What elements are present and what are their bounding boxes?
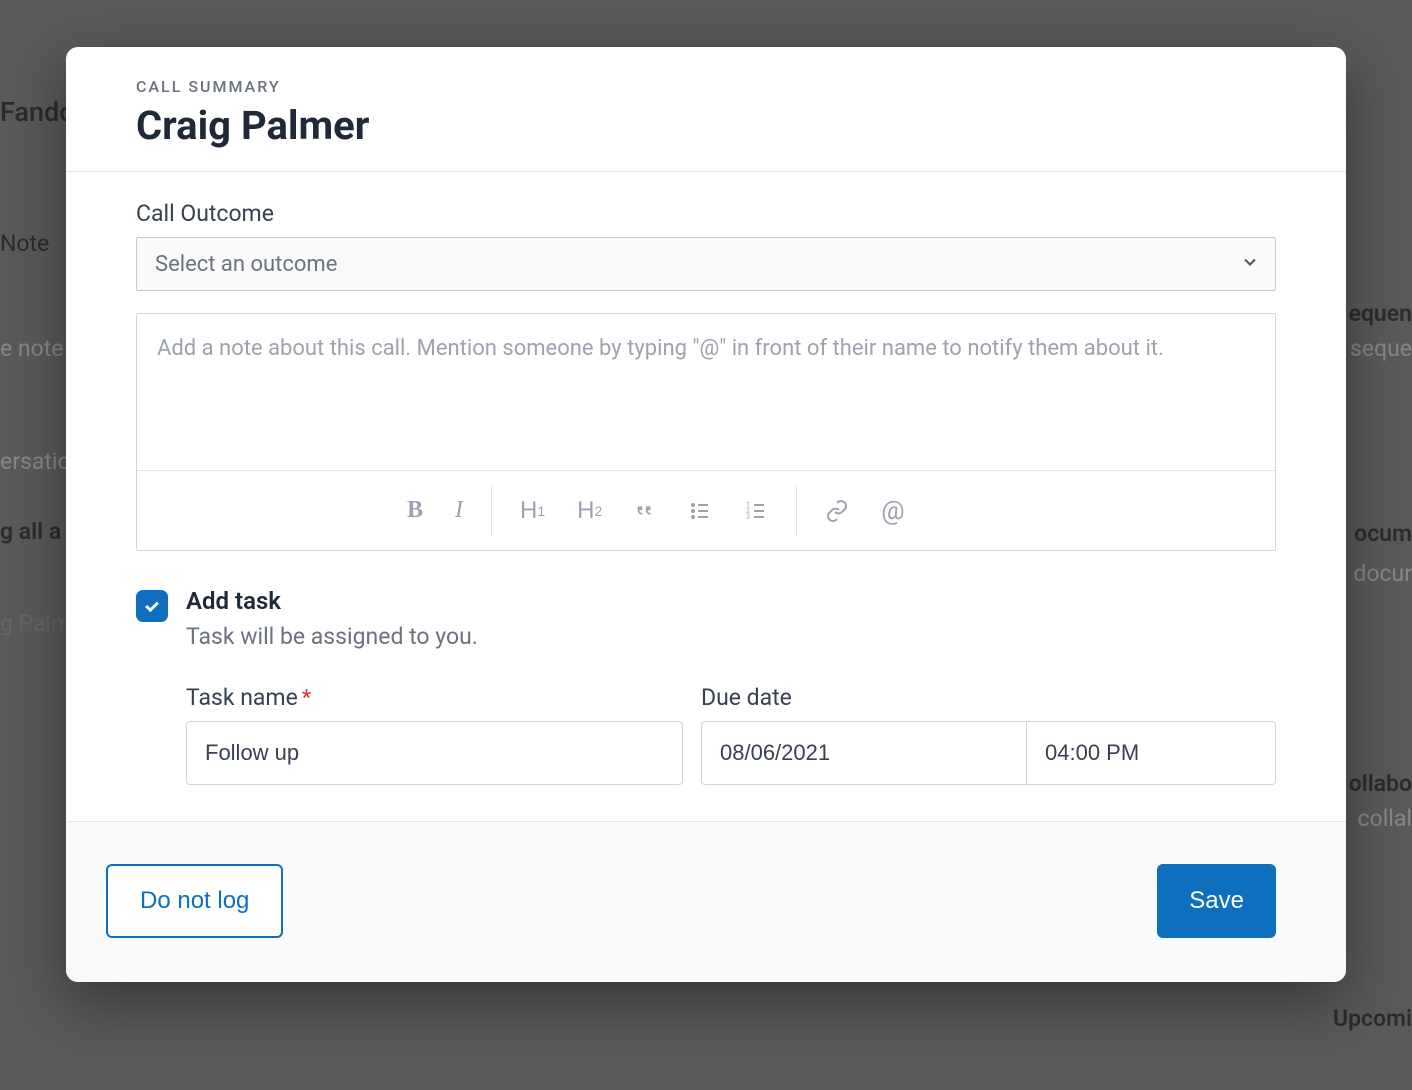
bg-text: collal bbox=[1358, 805, 1412, 832]
link-icon[interactable] bbox=[825, 499, 849, 523]
bg-text: Fando bbox=[0, 96, 75, 128]
chevron-down-icon bbox=[1240, 252, 1260, 276]
add-task-label: Add task bbox=[186, 587, 1276, 615]
add-task-checkbox[interactable] bbox=[136, 590, 168, 622]
note-textarea[interactable]: Add a note about this call. Mention some… bbox=[137, 314, 1275, 470]
mention-icon[interactable]: @ bbox=[881, 496, 904, 526]
call-outcome-select[interactable]: Select an outcome bbox=[136, 237, 1276, 291]
call-outcome-placeholder: Select an outcome bbox=[155, 252, 337, 277]
note-editor: Add a note about this call. Mention some… bbox=[136, 313, 1276, 551]
do-not-log-button[interactable]: Do not log bbox=[106, 864, 283, 938]
quote-icon[interactable] bbox=[634, 500, 656, 522]
bullet-list-icon[interactable] bbox=[688, 499, 712, 523]
bg-text: g all a bbox=[0, 518, 61, 545]
modal-body: Call Outcome Select an outcome Add a not… bbox=[66, 172, 1346, 821]
italic-icon[interactable]: I bbox=[455, 497, 463, 524]
modal-header: CALL SUMMARY Craig Palmer bbox=[66, 47, 1346, 172]
bg-text: ocum bbox=[1354, 520, 1412, 547]
bg-text: Upcomi bbox=[1333, 1005, 1412, 1032]
check-icon bbox=[142, 596, 162, 616]
add-task-section: Add task Task will be assigned to you. T… bbox=[136, 587, 1276, 785]
task-name-label: Task name* bbox=[186, 684, 683, 711]
bold-icon[interactable]: B bbox=[407, 497, 423, 524]
due-time-input[interactable] bbox=[1026, 721, 1276, 785]
heading2-icon[interactable]: H2 bbox=[577, 497, 602, 525]
modal-title: Craig Palmer bbox=[136, 102, 1276, 149]
required-asterisk: * bbox=[302, 686, 311, 711]
editor-toolbar: B I H1 H2 123 bbox=[137, 470, 1275, 550]
bg-text: Note bbox=[0, 230, 49, 257]
heading1-icon[interactable]: H1 bbox=[520, 497, 545, 525]
svg-text:3: 3 bbox=[746, 513, 750, 521]
add-task-subtitle: Task will be assigned to you. bbox=[186, 623, 1276, 650]
save-button[interactable]: Save bbox=[1157, 864, 1276, 938]
due-date-input[interactable] bbox=[701, 721, 1026, 785]
bg-text: equen bbox=[1349, 300, 1412, 327]
due-date-label: Due date bbox=[701, 684, 1276, 711]
ordered-list-icon[interactable]: 123 bbox=[744, 499, 768, 523]
bg-text: e note bbox=[0, 335, 63, 362]
bg-text: docur bbox=[1353, 560, 1412, 587]
call-outcome-label: Call Outcome bbox=[136, 200, 1276, 227]
modal-eyebrow: CALL SUMMARY bbox=[136, 77, 1276, 96]
modal-footer: Do not log Save bbox=[66, 821, 1346, 982]
task-name-input[interactable] bbox=[186, 721, 683, 785]
bg-text: ersatio bbox=[0, 448, 71, 475]
bg-text: ollabo bbox=[1349, 770, 1412, 797]
call-summary-modal: CALL SUMMARY Craig Palmer Call Outcome S… bbox=[66, 47, 1346, 982]
bg-text: seque bbox=[1350, 335, 1412, 362]
